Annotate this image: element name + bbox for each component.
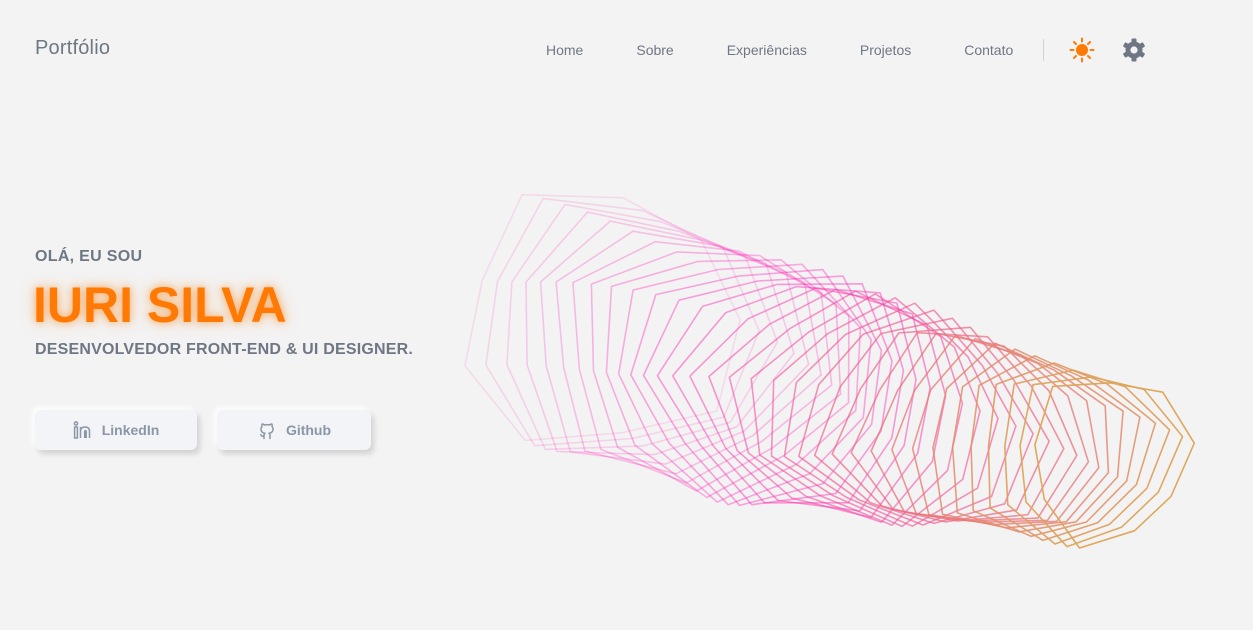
sun-icon xyxy=(1069,37,1095,63)
linkedin-label: LinkedIn xyxy=(101,422,160,438)
wave-line xyxy=(951,348,1124,533)
gear-icon xyxy=(1123,38,1145,62)
wave-line xyxy=(671,285,905,504)
nav-divider xyxy=(1043,39,1044,61)
hero-greeting: OLÁ, EU SOU xyxy=(35,248,143,265)
github-icon xyxy=(259,423,274,440)
nav-contato[interactable]: Contato xyxy=(964,40,1013,60)
hero-role: DESENVOLVEDOR FRONT-END & UI DESIGNER. xyxy=(35,341,414,358)
github-label: Github xyxy=(285,422,332,438)
main-nav: Home Sobre Experiências Projetos Contato xyxy=(546,40,1013,60)
wave-line xyxy=(525,211,795,456)
nav-home[interactable]: Home xyxy=(546,40,583,60)
linkedin-button[interactable]: LinkedIn xyxy=(35,410,197,450)
hero-name: IURI SILVA xyxy=(33,277,287,333)
theme-toggle-button[interactable] xyxy=(1069,37,1095,63)
wave-line xyxy=(555,230,822,475)
linkedin-icon xyxy=(73,421,90,439)
site-logo[interactable]: Portfólio xyxy=(35,37,110,60)
nav-experiencias[interactable]: Experiências xyxy=(727,40,807,60)
wave-line xyxy=(506,203,779,451)
nav-projetos[interactable]: Projetos xyxy=(860,40,911,60)
wave-line xyxy=(770,297,981,528)
settings-button[interactable] xyxy=(1121,37,1147,63)
hero-wave-illustration xyxy=(464,193,1196,549)
github-button[interactable]: Github xyxy=(217,410,371,450)
wave-line xyxy=(464,193,741,442)
nav-sobre[interactable]: Sobre xyxy=(636,40,673,60)
